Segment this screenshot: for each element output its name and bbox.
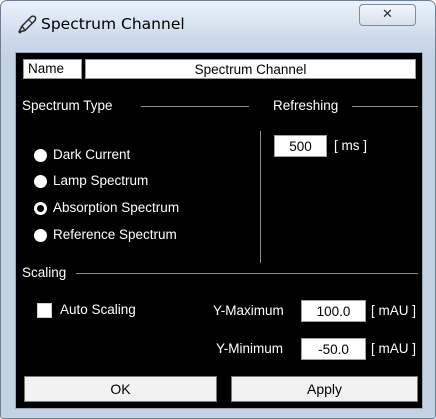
radio-indicator (34, 229, 47, 242)
refresh-interval-input[interactable] (274, 135, 327, 157)
y-maximum-input[interactable] (301, 300, 366, 322)
radio-indicator (34, 202, 47, 215)
close-button[interactable]: ✕ (359, 4, 416, 26)
radio-indicator (34, 149, 47, 162)
pen-icon (18, 15, 37, 34)
name-input[interactable] (85, 59, 416, 79)
y-maximum-unit: [ mAU ] (371, 303, 417, 318)
y-minimum-input[interactable] (301, 338, 366, 360)
divider (76, 273, 418, 274)
checkbox-box (37, 303, 52, 318)
apply-button[interactable]: Apply (231, 376, 418, 402)
refresh-unit: [ ms ] (334, 138, 367, 153)
spectrum-type-heading: Spectrum Type (22, 98, 113, 113)
checkbox-label: Auto Scaling (60, 302, 136, 317)
vertical-divider (260, 131, 261, 263)
radio-label: Reference Spectrum (53, 227, 177, 242)
ok-button[interactable]: OK (24, 376, 217, 402)
radio-label: Lamp Spectrum (53, 173, 149, 188)
y-minimum-unit: [ mAU ] (371, 341, 417, 356)
divider (352, 106, 418, 107)
radio-label: Absorption Spectrum (53, 200, 180, 215)
refreshing-heading: Refreshing (273, 98, 339, 113)
radio-indicator (34, 175, 47, 188)
y-maximum-label: Y-Maximum (213, 303, 284, 318)
y-minimum-label: Y-Minimum (216, 341, 284, 356)
close-icon: ✕ (382, 7, 393, 22)
dialog-window: Spectrum Channel ✕ Name Spectrum Type Da… (0, 0, 436, 419)
scaling-heading: Scaling (22, 265, 67, 280)
dialog-body: Name Spectrum Type Dark Current Lamp Spe… (15, 52, 423, 409)
radio-label: Dark Current (53, 147, 131, 162)
window-title: Spectrum Channel (41, 15, 185, 33)
name-label: Name (23, 59, 82, 79)
divider (141, 106, 249, 107)
